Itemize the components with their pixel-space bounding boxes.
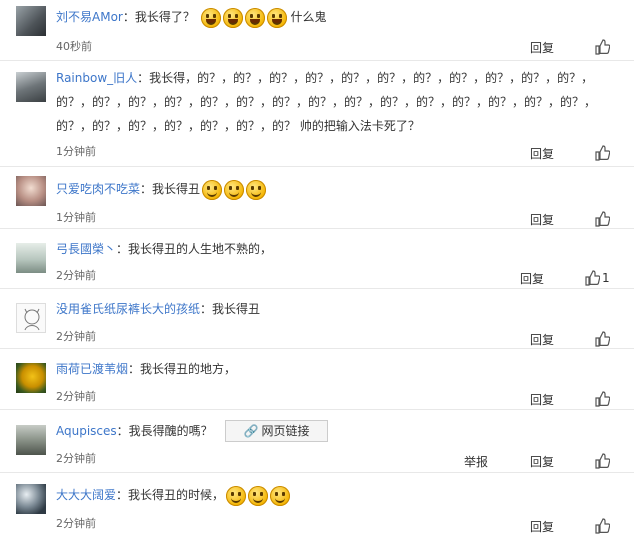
reply-button[interactable]: 回复 (530, 391, 554, 408)
laugh-emoji-icon (200, 7, 221, 28)
avatar[interactable] (16, 72, 46, 102)
timestamp: 1分钟前 (56, 211, 96, 224)
laugh-emoji-icon (222, 7, 243, 28)
separator: ： (116, 424, 129, 438)
thumbs-up-icon[interactable] (594, 453, 611, 469)
comment-content: Aqupisces：我長得醜的嗎？ 🔗 网页链接 (56, 419, 622, 443)
report-button[interactable]: 举报 (464, 453, 488, 470)
comment-content: 没用雀氏纸尿裤长大的孩纸：我长得丑 (56, 297, 622, 321)
laugh-emoji-icon (266, 7, 287, 28)
avatar[interactable] (16, 484, 46, 514)
smile-emoji-icon (224, 179, 245, 200)
comment-row: Aqupisces：我長得醜的嗎？ 🔗 网页链接 2分钟前 举报 回复 (0, 410, 634, 473)
separator: ： (140, 182, 153, 196)
comment-content: 只爱吃肉不吃菜：我长得丑 (56, 177, 622, 201)
thumbs-up-icon[interactable] (594, 39, 611, 55)
comment-text: 我長得醜的嗎？ (128, 424, 213, 438)
timestamp: 1分钟前 (56, 145, 96, 158)
username-link[interactable]: 弓長國榮丶 (56, 242, 116, 256)
thumbs-up-icon[interactable] (594, 211, 611, 227)
separator: ： (128, 362, 141, 376)
reply-button[interactable]: 回复 (530, 211, 554, 228)
laugh-emoji-icon (244, 7, 265, 28)
username-link[interactable]: 只爱吃肉不吃菜 (56, 182, 140, 196)
comment-row: 刘不易AMor：我长得了？ 什么鬼 40秒前 回复 (0, 0, 634, 61)
thumbs-up-icon[interactable] (594, 145, 611, 161)
comment-text: 我长得丑 (212, 302, 261, 316)
reply-button[interactable]: 回复 (530, 145, 554, 162)
avatar[interactable] (16, 303, 46, 333)
username-link[interactable]: Rainbow_旧人 (56, 71, 137, 85)
comment-content: 雨荷已渡苇烟：我长得丑的地方， (56, 357, 622, 381)
avatar[interactable] (16, 243, 46, 273)
comment-row: 弓長國榮丶：我长得丑的人生地不熟的， 2分钟前 回复 1 (0, 229, 634, 289)
reply-button[interactable]: 回复 (530, 331, 554, 348)
reply-button[interactable]: 回复 (530, 453, 554, 470)
timestamp: 2分钟前 (56, 330, 96, 343)
like-count: 1 (602, 271, 610, 285)
link-icon: 🔗 (243, 424, 259, 438)
comment-text: 我长得丑的时候， (128, 488, 225, 502)
avatar[interactable] (16, 6, 46, 36)
thinking-emoji-icon (270, 485, 291, 506)
comment-row: Rainbow_旧人：我长得，的？，的？，的？，的？，的？，的？，的？，的？，的… (0, 61, 634, 167)
avatar[interactable] (16, 425, 46, 455)
thumbs-up-icon[interactable] (594, 391, 611, 407)
comment-list: 刘不易AMor：我长得了？ 什么鬼 40秒前 回复 Rainbow_旧人：我长得… (0, 0, 634, 545)
smile-emoji-icon (246, 179, 267, 200)
comment-row: 只爱吃肉不吃菜：我长得丑 1分钟前 回复 (0, 167, 634, 229)
comment-content: 弓長國榮丶：我长得丑的人生地不熟的， (56, 237, 622, 261)
reply-button[interactable]: 回复 (530, 518, 554, 535)
reply-button[interactable]: 回复 (530, 39, 554, 56)
username-link[interactable]: 没用雀氏纸尿裤长大的孩纸 (56, 302, 200, 316)
username-link[interactable]: 雨荷已渡苇烟 (56, 362, 128, 376)
thinking-emoji-icon (248, 485, 269, 506)
comment-row: 没用雀氏纸尿裤长大的孩纸：我长得丑 2分钟前 回复 (0, 289, 634, 349)
separator: ： (200, 302, 213, 316)
thumbs-up-icon[interactable] (584, 270, 601, 286)
comment-text: 我长得丑 (152, 182, 201, 196)
comment-text: 我长得丑的人生地不熟的， (128, 242, 273, 256)
timestamp: 2分钟前 (56, 390, 96, 403)
avatar[interactable] (16, 176, 46, 206)
separator: ： (137, 71, 150, 85)
comment-content: 大大大阔爱：我长得丑的时候， (56, 483, 622, 507)
separator: ： (116, 488, 129, 502)
avatar[interactable] (16, 363, 46, 393)
comment-text: 我长得丑的地方， (140, 362, 237, 376)
comment-text-tail: 什么鬼 (290, 10, 327, 24)
web-link-button[interactable]: 🔗 网页链接 (224, 420, 329, 442)
timestamp: 2分钟前 (56, 452, 96, 465)
smile-emoji-icon (202, 179, 223, 200)
username-link[interactable]: Aqupisces (56, 424, 117, 438)
comment-text: 我长得了？ (134, 10, 195, 24)
comment-row: 大大大阔爱：我长得丑的时候， 2分钟前 回复 (0, 473, 634, 545)
reply-button[interactable]: 回复 (520, 270, 544, 287)
timestamp: 2分钟前 (56, 517, 96, 530)
username-link[interactable]: 大大大阔爱 (56, 488, 116, 502)
separator: ： (122, 10, 135, 24)
thinking-emoji-icon (226, 485, 247, 506)
thumbs-up-icon[interactable] (594, 518, 611, 534)
web-link-label: 网页链接 (261, 424, 310, 438)
comment-content: 刘不易AMor：我长得了？ 什么鬼 (56, 5, 622, 29)
username-link[interactable]: 刘不易AMor (56, 10, 123, 24)
separator: ： (116, 242, 129, 256)
timestamp: 2分钟前 (56, 269, 96, 282)
comment-row: 雨荷已渡苇烟：我长得丑的地方， 2分钟前 回复 (0, 349, 634, 410)
timestamp: 40秒前 (56, 40, 92, 53)
comment-content: Rainbow_旧人：我长得，的？，的？，的？，的？，的？，的？，的？，的？，的… (56, 66, 596, 138)
thumbs-up-icon[interactable] (594, 331, 611, 347)
